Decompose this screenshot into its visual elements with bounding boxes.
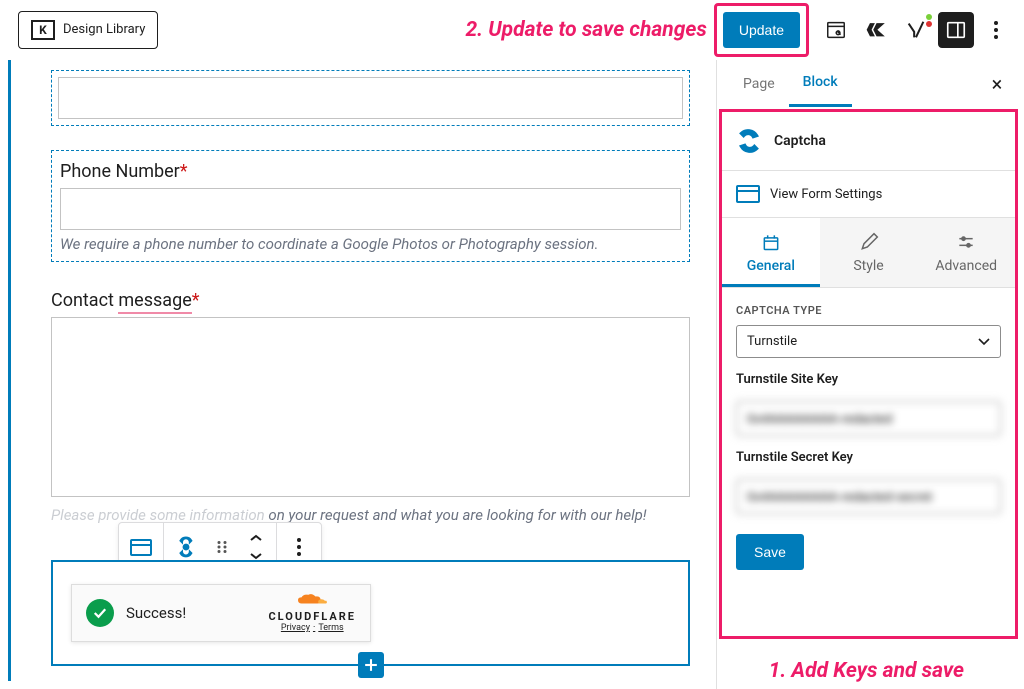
- panel-title: Captcha: [774, 133, 826, 149]
- site-key-input[interactable]: [736, 401, 1001, 436]
- top-toolbar: K Design Library 2. Update to save chang…: [0, 0, 1024, 60]
- panel-tab-style[interactable]: Style: [820, 218, 918, 287]
- annotation-keys: 1. Add Keys and save: [769, 659, 964, 683]
- general-icon: [761, 232, 781, 252]
- editor-canvas: What is the name of your Agency?* Phone …: [0, 60, 716, 689]
- agency-field-block[interactable]: [51, 70, 690, 126]
- cloudflare-icon: [294, 593, 330, 607]
- view-form-settings-button[interactable]: View Form Settings: [722, 171, 1015, 218]
- preview-button[interactable]: [818, 12, 854, 48]
- tab-page[interactable]: Page: [729, 62, 789, 106]
- settings-panel-toggle[interactable]: [938, 12, 974, 48]
- style-icon: [859, 232, 879, 252]
- phone-help-text: We require a phone number to coordinate …: [60, 234, 681, 255]
- message-textarea[interactable]: [51, 317, 690, 497]
- turnstile-widget: Success! CLOUDFLARE Privacy·Terms: [71, 584, 371, 642]
- add-block-button[interactable]: [358, 652, 384, 678]
- agency-input[interactable]: [58, 77, 683, 119]
- tab-block[interactable]: Block: [789, 60, 852, 107]
- sidebar-tabs: Page Block ×: [717, 60, 1024, 107]
- yoast-icon-button[interactable]: [898, 12, 934, 48]
- site-key-label: Turnstile Site Key: [736, 372, 1001, 387]
- field-label-agency: What is the name of your Agency?*: [51, 60, 690, 66]
- chevron-down-icon: [978, 338, 990, 346]
- view-form-settings-label: View Form Settings: [770, 187, 882, 202]
- phone-label: Phone Number*: [60, 161, 681, 182]
- checkmark-icon: [86, 599, 114, 627]
- secret-key-label: Turnstile Secret Key: [736, 450, 1001, 465]
- move-up-button[interactable]: [240, 529, 272, 547]
- captcha-type-label: CAPTCHA TYPE: [736, 304, 1001, 317]
- phone-input[interactable]: [60, 188, 681, 230]
- success-text: Success!: [126, 604, 186, 622]
- more-options-button[interactable]: [978, 12, 1014, 48]
- message-label: Contact message*: [51, 290, 690, 311]
- cloudflare-branding: CLOUDFLARE Privacy·Terms: [268, 593, 356, 633]
- settings-sidebar: Page Block × Captcha View Form Settings …: [716, 60, 1024, 689]
- captcha-icon: [736, 128, 762, 154]
- panel-form: CAPTCHA TYPE Turnstile Turnstile Site Ke…: [722, 288, 1015, 586]
- design-library-label: Design Library: [63, 22, 145, 37]
- design-library-button[interactable]: K Design Library: [18, 11, 158, 49]
- panel-tab-advanced[interactable]: Advanced: [917, 218, 1015, 287]
- captcha-block[interactable]: Success! CLOUDFLARE Privacy·Terms: [51, 560, 690, 666]
- design-library-icon: K: [31, 20, 55, 40]
- block-panel-tabs: General Style Advanced: [722, 218, 1015, 288]
- phone-field-block[interactable]: Phone Number* We require a phone number …: [51, 150, 690, 262]
- panel-tab-general[interactable]: General: [722, 218, 820, 287]
- secret-key-input[interactable]: [736, 479, 1001, 514]
- captcha-type-select[interactable]: Turnstile: [736, 325, 1001, 358]
- panel-title-row: Captcha: [722, 112, 1015, 171]
- annotation-update: 2. Update to save changes: [465, 18, 706, 42]
- kadence-icon-button[interactable]: [858, 12, 894, 48]
- advanced-icon: [956, 232, 976, 252]
- save-button[interactable]: Save: [736, 534, 804, 570]
- close-sidebar-button[interactable]: ×: [982, 69, 1012, 99]
- sidebar-highlighted-area: Captcha View Form Settings General Style…: [719, 109, 1018, 639]
- update-button[interactable]: Update: [723, 12, 800, 48]
- form-icon: [736, 185, 760, 203]
